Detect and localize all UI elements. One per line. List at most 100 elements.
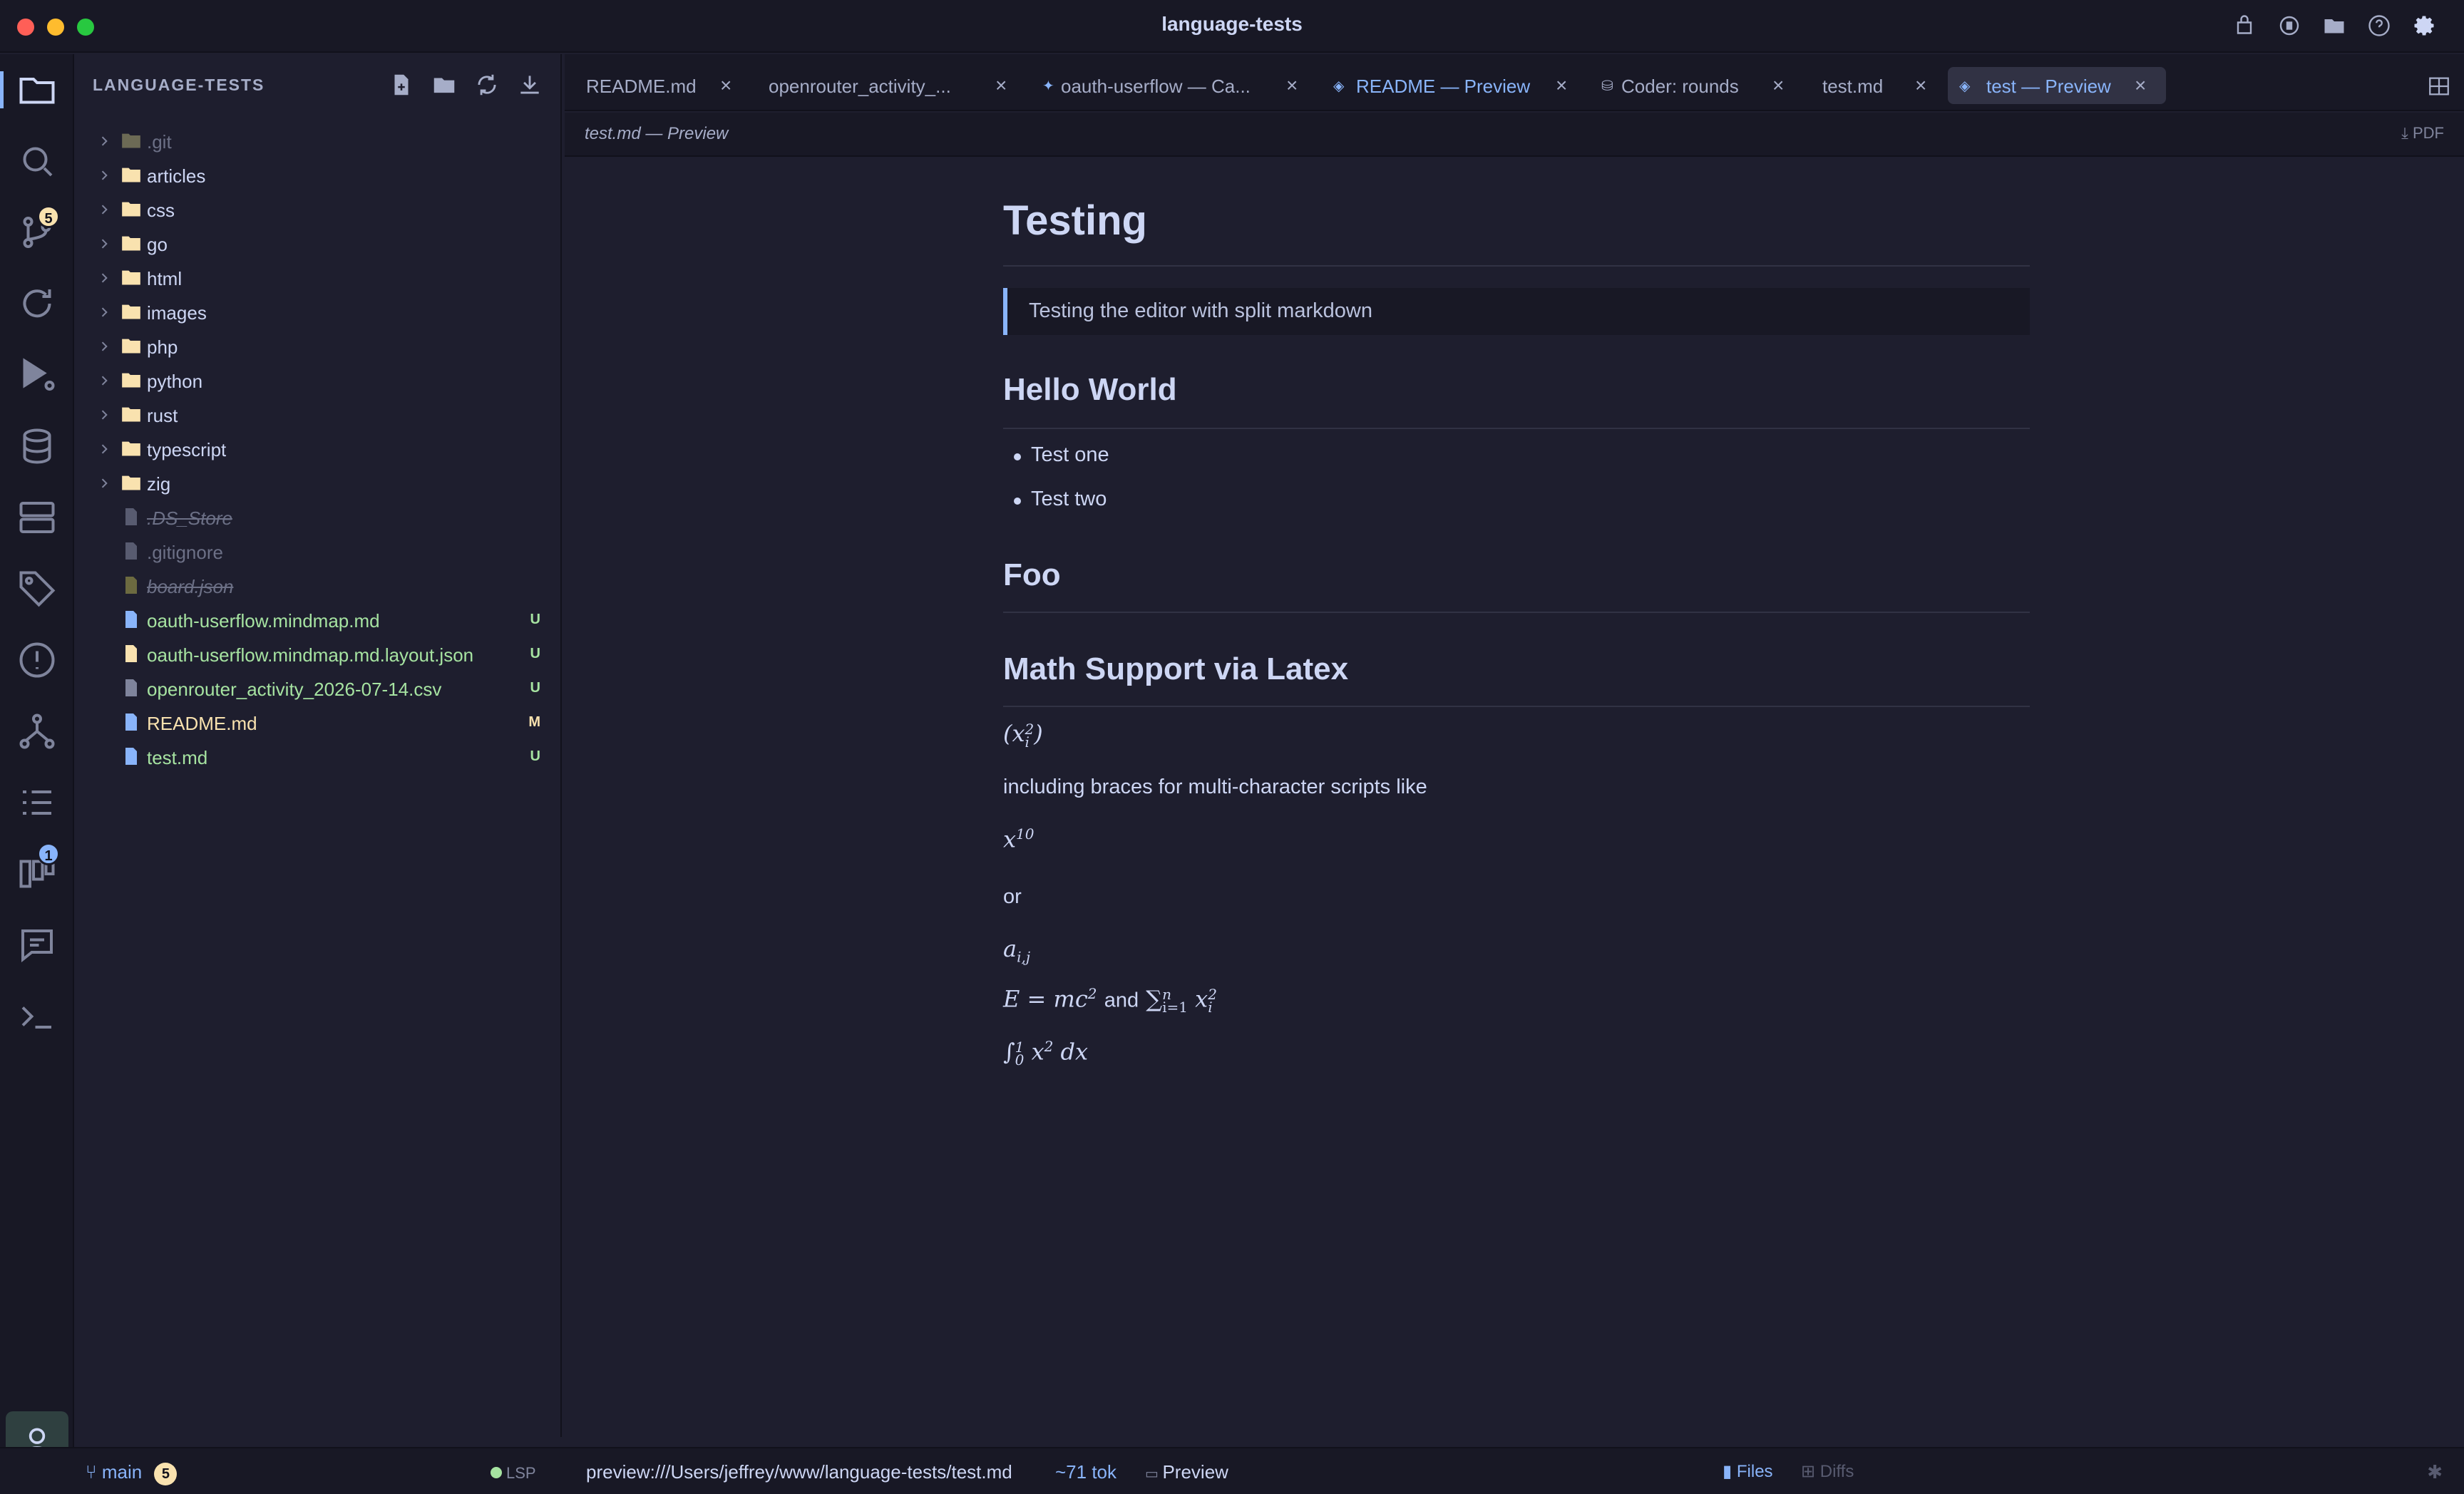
split-editor-icon[interactable] (2427, 74, 2451, 98)
tab-test-preview[interactable]: ◈ test — Preview × (1948, 67, 2166, 104)
divider (1003, 428, 2030, 429)
tree-folder[interactable]: python (76, 364, 562, 398)
folder-icon (122, 202, 140, 217)
tab-readme-md[interactable]: README.md × (572, 67, 743, 104)
new-folder-icon[interactable] (431, 71, 458, 98)
tree-file[interactable]: oauth-userflow.mindmap.md U (76, 603, 562, 637)
new-file-icon[interactable] (388, 71, 415, 98)
close-icon[interactable]: × (1556, 74, 1567, 97)
tree-file[interactable]: oauth-userflow.mindmap.md.layout.json U (76, 637, 562, 671)
board-icon[interactable]: 1 (16, 843, 60, 895)
math-a-ij: ai,j (1003, 935, 1031, 966)
refresh-explorer-icon[interactable] (473, 71, 500, 98)
heading-hello-world: Hello World (1003, 372, 1177, 407)
tasks-icon[interactable] (16, 781, 58, 824)
database-icon: ⛁ (1601, 78, 1613, 94)
graph-icon[interactable] (16, 710, 58, 753)
tab-oauth-userflow[interactable]: ✦ oauth-userflow — Ca... × (1032, 67, 1313, 104)
tree-item-label: board.json (147, 576, 234, 597)
refresh-icon[interactable] (16, 282, 58, 325)
close-icon[interactable]: × (1915, 74, 1926, 97)
lsp-dot (491, 1467, 502, 1478)
search-icon[interactable] (16, 140, 58, 182)
tab-test-md[interactable]: test.md × (1808, 67, 1941, 104)
activity-bar: 5 1 (0, 54, 74, 1474)
chevron-right-icon[interactable] (97, 271, 111, 285)
file-icon (125, 542, 137, 560)
tree-folder[interactable]: php (76, 329, 562, 364)
tree-item-label: openrouter_activity_2026-07-14.csv (147, 679, 442, 700)
tree-file[interactable]: board.json (76, 569, 562, 603)
tree-item-label: php (147, 336, 178, 358)
close-icon[interactable]: × (995, 74, 1007, 97)
problems-icon[interactable] (16, 639, 58, 681)
math-energy-sum: E = mc2 and ∑ n i=1 x2i (1003, 985, 1217, 1016)
git-status-badge: U (530, 748, 540, 764)
pdf-label: PDF (2413, 124, 2444, 142)
chevron-right-icon[interactable] (97, 134, 111, 148)
tree-file[interactable]: test.md U (76, 740, 562, 774)
tab-readme-preview[interactable]: ◈ README — Preview × (1323, 67, 1583, 104)
preview-mode-label: Preview (1162, 1461, 1228, 1483)
chevron-right-icon[interactable] (97, 408, 111, 422)
help-icon[interactable] (2366, 13, 2392, 38)
explorer-title: LANGUAGE-TESTS (93, 76, 265, 94)
tree-item-label: zig (147, 473, 171, 495)
chevron-right-icon[interactable] (97, 237, 111, 251)
chevron-right-icon[interactable] (97, 442, 111, 456)
tree-file[interactable]: .DS_Store (76, 500, 562, 535)
collapse-icon[interactable] (516, 71, 543, 98)
database-icon[interactable] (16, 425, 58, 468)
record-icon[interactable] (2276, 13, 2302, 38)
export-pdf-button[interactable]: ⤓ PDF (2401, 124, 2444, 143)
tree-folder[interactable]: rust (76, 398, 562, 432)
tree-folder[interactable]: zig (76, 466, 562, 500)
extensions-icon[interactable] (2232, 13, 2257, 38)
close-icon[interactable]: × (1772, 74, 1784, 97)
tree-folder[interactable]: articles (76, 158, 562, 192)
close-icon[interactable]: × (720, 74, 732, 97)
close-icon[interactable]: × (1286, 74, 1298, 97)
chevron-right-icon[interactable] (97, 476, 111, 490)
terminal-icon[interactable] (16, 995, 58, 1038)
tree-file[interactable]: openrouter_activity_2026-07-14.csv U (76, 671, 562, 706)
tag-icon[interactable] (16, 567, 58, 610)
tree-folder[interactable]: go (76, 227, 562, 261)
chevron-right-icon[interactable] (97, 339, 111, 354)
download-icon: ⤓ (2401, 124, 2413, 142)
tree-folder[interactable]: .git (76, 124, 562, 158)
tree-folder[interactable]: typescript (76, 432, 562, 466)
file-icon (125, 748, 137, 765)
tab-openrouter-activity[interactable]: openrouter_activity_... × (754, 67, 1022, 104)
tree-file[interactable]: README.md M (76, 706, 562, 740)
branch-icon: ⑂ (86, 1461, 102, 1483)
bug-icon[interactable]: ✱ (2427, 1461, 2443, 1483)
blockquote: Testing the editor with split markdown (1003, 288, 2030, 335)
run-debug-icon[interactable] (16, 354, 58, 396)
tree-folder[interactable]: images (76, 295, 562, 329)
tab-coder-rounds[interactable]: ⛁ Coder: rounds × (1591, 67, 1798, 104)
diffs-toggle[interactable]: ⊞ Diffs (1801, 1461, 1854, 1482)
files-label: Files (1736, 1462, 1773, 1481)
server-icon[interactable] (16, 496, 58, 539)
tree-folder[interactable]: html (76, 261, 562, 295)
chevron-right-icon[interactable] (97, 305, 111, 319)
chevron-right-icon[interactable] (97, 168, 111, 182)
lsp-status[interactable]: LSP (491, 1461, 536, 1483)
files-toggle[interactable]: ▮ Files (1723, 1461, 1773, 1482)
source-control-icon[interactable]: 5 (16, 205, 60, 254)
window-title: language-tests (1161, 13, 1303, 35)
branch-indicator[interactable]: ⑂ main 5 (86, 1461, 178, 1485)
chevron-right-icon[interactable] (97, 202, 111, 217)
tree-file[interactable]: .gitignore (76, 535, 562, 569)
folder-icon[interactable] (2321, 13, 2347, 38)
tree-folder[interactable]: css (76, 192, 562, 227)
tree-item-label: oauth-userflow.mindmap.md.layout.json (147, 644, 474, 666)
gear-icon[interactable] (2411, 13, 2437, 38)
chat-icon[interactable] (16, 924, 58, 967)
status-bar: ⑂ main 5 LSP preview:///Users/jeffrey/ww… (0, 1447, 2464, 1494)
preview-mode[interactable]: ▭ Preview (1145, 1461, 1228, 1483)
explorer-icon[interactable] (0, 68, 58, 111)
chevron-right-icon[interactable] (97, 374, 111, 388)
close-icon[interactable]: × (2135, 74, 2146, 97)
